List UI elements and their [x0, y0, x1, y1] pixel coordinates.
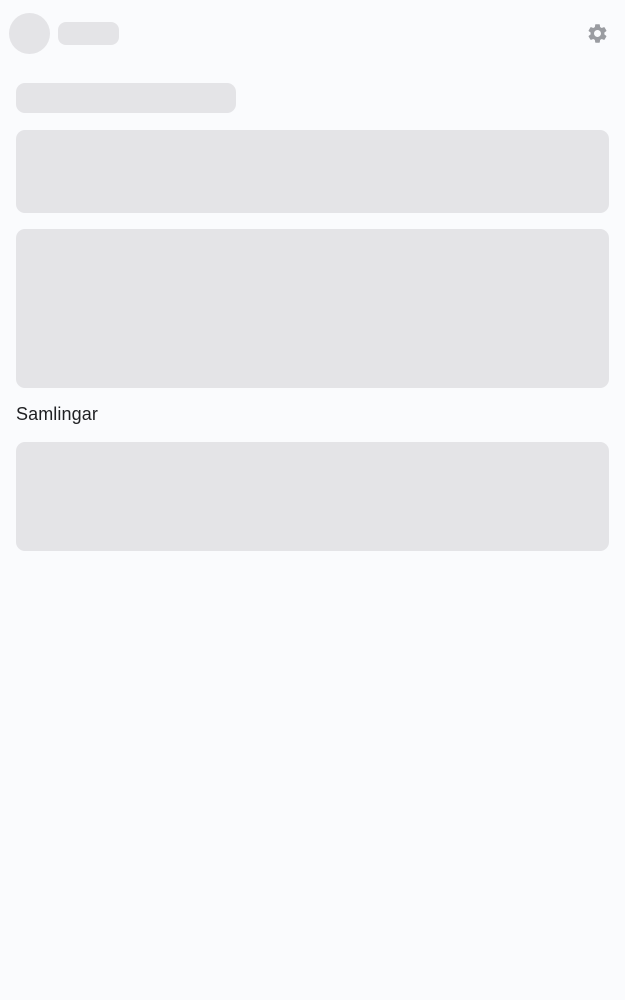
loading-screen: Samlingar: [0, 0, 625, 1000]
collection-card-placeholder: [16, 442, 609, 551]
avatar-placeholder: [9, 13, 50, 54]
summary-card-placeholder: [16, 130, 609, 213]
featured-card-placeholder: [16, 229, 609, 388]
settings-button[interactable]: [584, 20, 610, 46]
gear-icon: [588, 23, 606, 43]
username-placeholder: [58, 22, 119, 45]
collections-heading: Samlingar: [16, 404, 98, 424]
page-title-placeholder: [16, 83, 236, 113]
